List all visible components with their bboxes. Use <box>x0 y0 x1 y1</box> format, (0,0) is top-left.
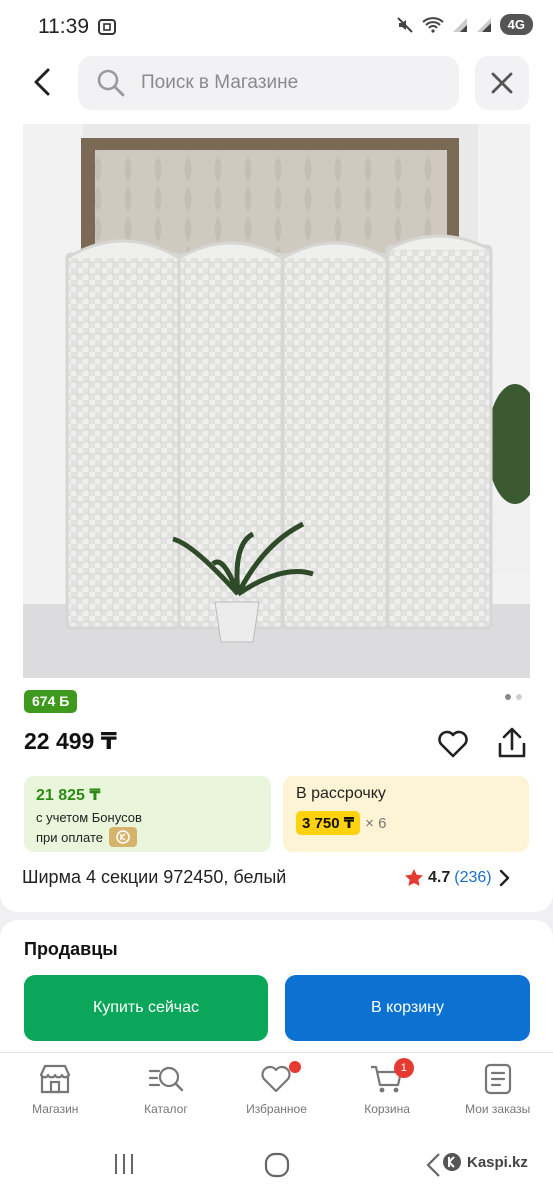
tab-label: Мои заказы <box>465 1102 531 1116</box>
bonus-pay-label: при оплате <box>36 829 103 845</box>
sellers-card: Продавцы Купить сейчас В корзину <box>0 920 553 1060</box>
tab-favorites[interactable]: Избранное <box>221 1053 332 1132</box>
nav-back-button[interactable] <box>424 1152 442 1178</box>
watermark-text: Kaspi.kz <box>467 1153 528 1171</box>
product-card: 674 Б 22 499 ₸ 21 825 ₸ с учетом Бонусов… <box>0 114 553 912</box>
kaspi-pay-icon <box>108 827 137 847</box>
rating-link[interactable]: 4.7 (236) <box>404 868 512 888</box>
pagination-dot-active <box>505 694 511 700</box>
kaspi-watermark: Kaspi.kz <box>442 1152 528 1172</box>
tab-label: Избранное <box>246 1102 307 1116</box>
tab-catalog[interactable]: Каталог <box>111 1053 222 1132</box>
notification-dot <box>289 1061 302 1073</box>
network-badge: 4G <box>499 14 533 35</box>
share-button[interactable] <box>493 724 531 762</box>
share-icon <box>498 727 526 758</box>
signal-icon-1 <box>452 17 467 32</box>
status-bar: 11:39 4G <box>0 0 553 52</box>
installment-row: 3 750 ₸ × 6 <box>296 811 516 835</box>
bonus-badge: 674 Б <box>24 690 78 713</box>
search-input[interactable] <box>141 72 431 94</box>
close-icon <box>491 72 513 94</box>
favorite-button[interactable] <box>435 726 471 762</box>
bonus-description: с учетом Бонусов <box>36 810 142 825</box>
chevron-right-icon <box>499 869 509 887</box>
bonus-price-box[interactable]: 21 825 ₸ с учетом Бонусов при оплате <box>24 776 271 852</box>
mute-icon <box>396 16 413 33</box>
top-bar <box>0 52 553 114</box>
installment-multiplier: × 6 <box>365 814 387 832</box>
add-to-cart-button[interactable]: В корзину <box>285 975 530 1041</box>
installment-box[interactable]: В рассрочку 3 750 ₸ × 6 <box>283 776 529 852</box>
status-icons: 4G <box>396 14 533 35</box>
star-icon <box>405 869 423 886</box>
tab-label: Каталог <box>144 1102 188 1116</box>
installment-title: В рассрочку <box>296 785 386 802</box>
signal-icon-2 <box>476 17 491 32</box>
bottom-tab-bar: Магазин Каталог Избранное 1 Корзина Мои … <box>0 1052 553 1132</box>
heart-icon <box>438 730 468 758</box>
bonus-pay-row: при оплате <box>36 827 259 847</box>
chevron-left-icon <box>34 68 50 96</box>
kaspi-logo-icon <box>443 1153 461 1171</box>
catalog-search-icon <box>148 1066 184 1092</box>
cart-count-badge: 1 <box>393 1058 414 1078</box>
folding-screen-photo <box>23 124 530 678</box>
screenshot-icon <box>98 19 116 35</box>
tab-orders[interactable]: Мои заказы <box>442 1053 553 1132</box>
close-button[interactable] <box>475 56 529 110</box>
search-icon <box>97 69 125 97</box>
image-pagination <box>505 694 522 700</box>
wifi-icon <box>421 16 444 33</box>
home-button[interactable] <box>264 1152 290 1178</box>
tab-label: Магазин <box>32 1102 79 1116</box>
rating-value: 4.7 <box>428 869 451 886</box>
sellers-title: Продавцы <box>24 939 118 959</box>
search-box[interactable] <box>78 56 459 110</box>
back-button[interactable] <box>24 62 60 102</box>
status-time: 11:39 <box>38 15 89 38</box>
bonus-amount: 21 825 ₸ <box>36 787 101 804</box>
tab-store[interactable]: Магазин <box>0 1053 111 1132</box>
orders-icon <box>484 1063 511 1095</box>
pagination-dot <box>516 694 522 700</box>
product-price: 22 499 ₸ <box>24 728 117 754</box>
installment-amount: 3 750 ₸ <box>296 811 361 835</box>
product-image[interactable] <box>23 124 530 678</box>
tab-label: Корзина <box>364 1102 410 1116</box>
system-nav-bar: Kaspi.kz <box>0 1132 553 1200</box>
recent-apps-button[interactable] <box>112 1152 136 1176</box>
buy-now-button[interactable]: Купить сейчас <box>24 975 268 1041</box>
tab-cart[interactable]: 1 Корзина <box>332 1053 443 1132</box>
store-icon <box>40 1064 71 1094</box>
product-title: Ширма 4 секции 972450, белый <box>22 867 287 887</box>
review-count: (236) <box>454 869 492 886</box>
